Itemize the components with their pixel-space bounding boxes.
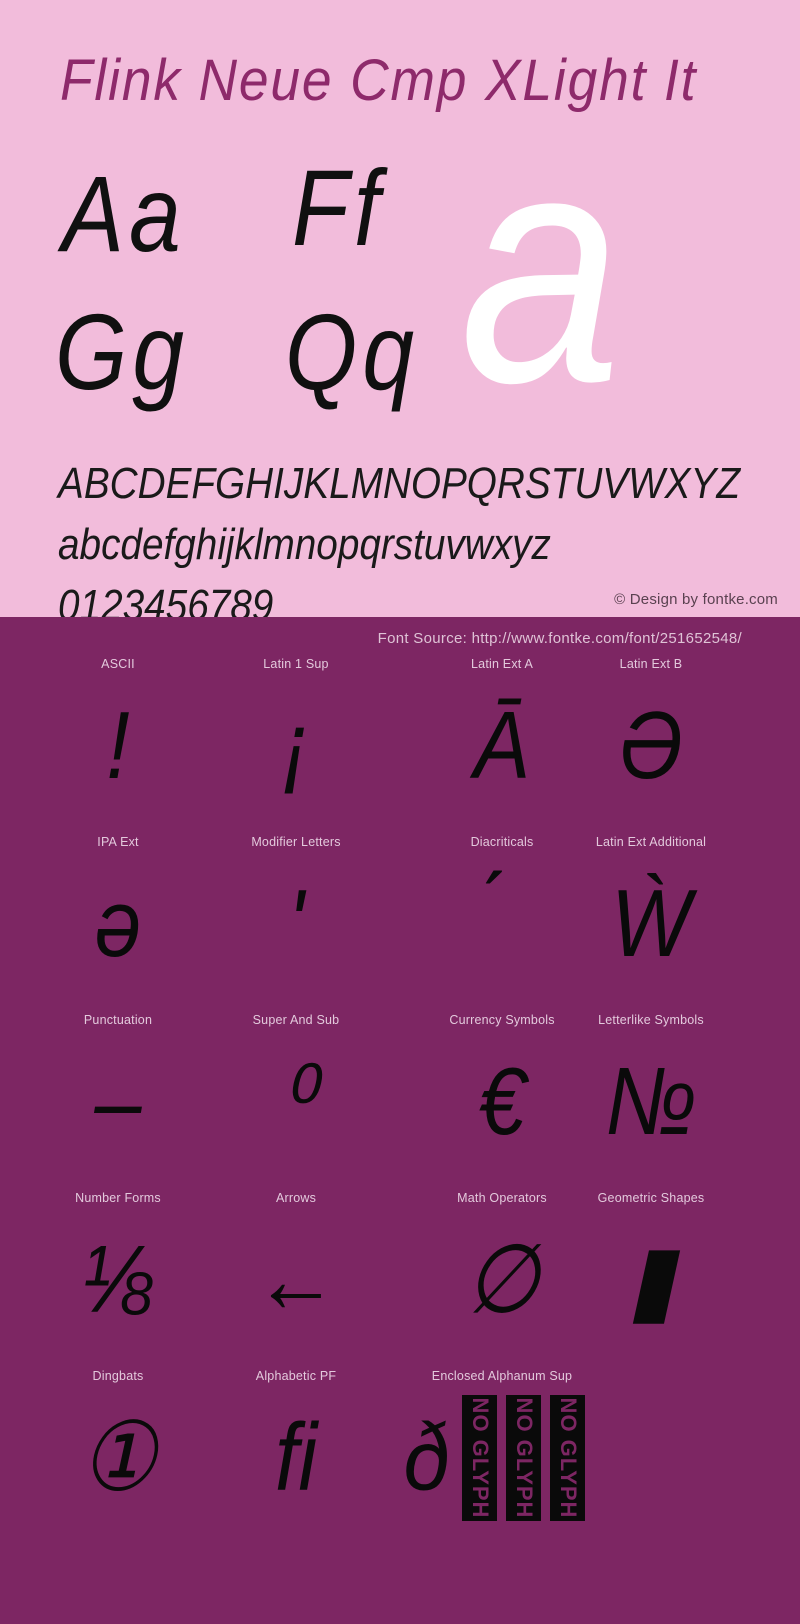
- no-glyph-label: NO GLYPH: [511, 1397, 537, 1519]
- block-label: Dingbats: [92, 1369, 144, 1383]
- no-glyph-label: NO GLYPH: [555, 1397, 581, 1519]
- no-glyph-box: NO GLYPH: [506, 1395, 541, 1521]
- block-sample-glyph: №: [605, 1048, 697, 1155]
- block-label: Modifier Letters: [251, 835, 341, 849]
- specimen-panel: Flink Neue Cmp XLight It Aa Ff Gg Qq a A…: [0, 0, 800, 628]
- block-sample-glyph: Ẁ: [611, 870, 691, 977]
- block-sample-glyph: ←: [253, 1226, 339, 1333]
- block-sample-glyph: –: [94, 1048, 142, 1155]
- block-sample-glyph: ʹ: [287, 870, 305, 977]
- no-glyph-box-group: NO GLYPH NO GLYPH NO GLYPH: [462, 1383, 585, 1533]
- block-cell: Punctuation –: [18, 1013, 218, 1191]
- block-sample-glyph: ð: [403, 1404, 451, 1511]
- glyph-pair-aa: Aa: [62, 153, 186, 274]
- glyph-showcase: Aa Ff Gg Qq a: [0, 102, 800, 432]
- block-label: Geometric Shapes: [597, 1191, 705, 1205]
- block-cell: Super And Sub ⁰: [196, 1013, 396, 1191]
- block-sample-glyph: ə: [94, 870, 142, 977]
- glyph-pair-ff: Ff: [292, 147, 385, 268]
- block-cell: IPA Ext ə: [18, 835, 218, 1013]
- block-cell: Number Forms ⅛: [18, 1191, 218, 1369]
- block-label: Letterlike Symbols: [598, 1013, 704, 1027]
- block-row: Number Forms ⅛ Arrows ← Math Operators ∅…: [0, 1191, 800, 1369]
- block-cell: Latin Ext Additional Ẁ: [551, 835, 751, 1013]
- block-sample-glyph: ⅛: [82, 1226, 154, 1333]
- block-sample-glyph: ①: [80, 1404, 156, 1511]
- large-featured-glyph: a: [460, 82, 622, 451]
- block-sample-glyph: Ə: [618, 692, 684, 799]
- block-sample-glyph: ﬁ: [274, 1404, 318, 1511]
- glyph-pair-qq: Qq: [285, 291, 420, 412]
- alphabet-lowercase: abcdefghijklmnopqrstuvwxyz: [58, 520, 551, 569]
- block-cell: Alphabetic PF ﬁ: [196, 1369, 396, 1547]
- block-row: Dingbats ① Alphabetic PF ﬁ Enclosed Alph…: [0, 1369, 800, 1547]
- block-label: Punctuation: [83, 1013, 153, 1027]
- block-label: IPA Ext: [97, 835, 139, 849]
- block-label: Super And Sub: [252, 1013, 340, 1027]
- block-cell: ASCII !: [18, 657, 218, 835]
- block-cell: Latin Ext B Ə: [551, 657, 751, 835]
- block-sample-glyph: ⁰: [279, 1048, 313, 1155]
- block-row: IPA Ext ə Modifier Letters ʹ Diacritical…: [0, 835, 800, 1013]
- block-label: Latin Ext B: [619, 657, 683, 671]
- block-label: Enclosed Alphanum Sup: [431, 1369, 573, 1383]
- block-cell: Geometric Shapes ▮: [551, 1191, 751, 1369]
- block-cell: Modifier Letters ʹ: [196, 835, 396, 1013]
- block-row: Punctuation – Super And Sub ⁰ Currency S…: [0, 1013, 800, 1191]
- unicode-blocks-grid: ASCII ! Latin 1 Sup ¡ Latin Ext A Ā Lati…: [0, 657, 800, 1547]
- no-glyph-box: NO GLYPH: [550, 1395, 585, 1521]
- no-glyph-box: NO GLYPH: [462, 1395, 497, 1521]
- block-cell: Dingbats ①: [18, 1369, 218, 1547]
- block-cell: Arrows ←: [196, 1191, 396, 1369]
- block-cell: Letterlike Symbols №: [551, 1013, 751, 1191]
- block-sample-glyph: ¡: [281, 692, 311, 799]
- block-label: Alphabetic PF: [255, 1369, 337, 1383]
- block-cell: Latin 1 Sup ¡: [196, 657, 396, 835]
- block-row: ASCII ! Latin 1 Sup ¡ Latin Ext A Ā Lati…: [0, 657, 800, 835]
- block-label: Latin 1 Sup: [263, 657, 329, 671]
- copyright-notice: © Design by fontke.com: [614, 591, 778, 608]
- font-source-link[interactable]: Font Source: http://www.fontke.com/font/…: [378, 630, 742, 647]
- glyph-pair-gg: Gg: [55, 291, 190, 412]
- unicode-blocks-panel: Font Source: http://www.fontke.com/font/…: [0, 617, 800, 1624]
- block-label: Number Forms: [75, 1191, 161, 1205]
- block-label: Latin Ext Additional: [595, 835, 707, 849]
- block-sample-glyph: ▮: [627, 1226, 675, 1333]
- block-label: ASCII: [101, 657, 135, 671]
- no-glyph-label: NO GLYPH: [467, 1397, 493, 1519]
- block-cell: Enclosed Alphanum Sup ð NO GLYPH NO GLYP…: [402, 1369, 602, 1547]
- alphabet-uppercase: ABCDEFGHIJKLMNOPQRSTUVWXYZ: [58, 459, 740, 508]
- block-sample-glyph: !: [106, 692, 130, 799]
- block-label: Arrows: [275, 1191, 317, 1205]
